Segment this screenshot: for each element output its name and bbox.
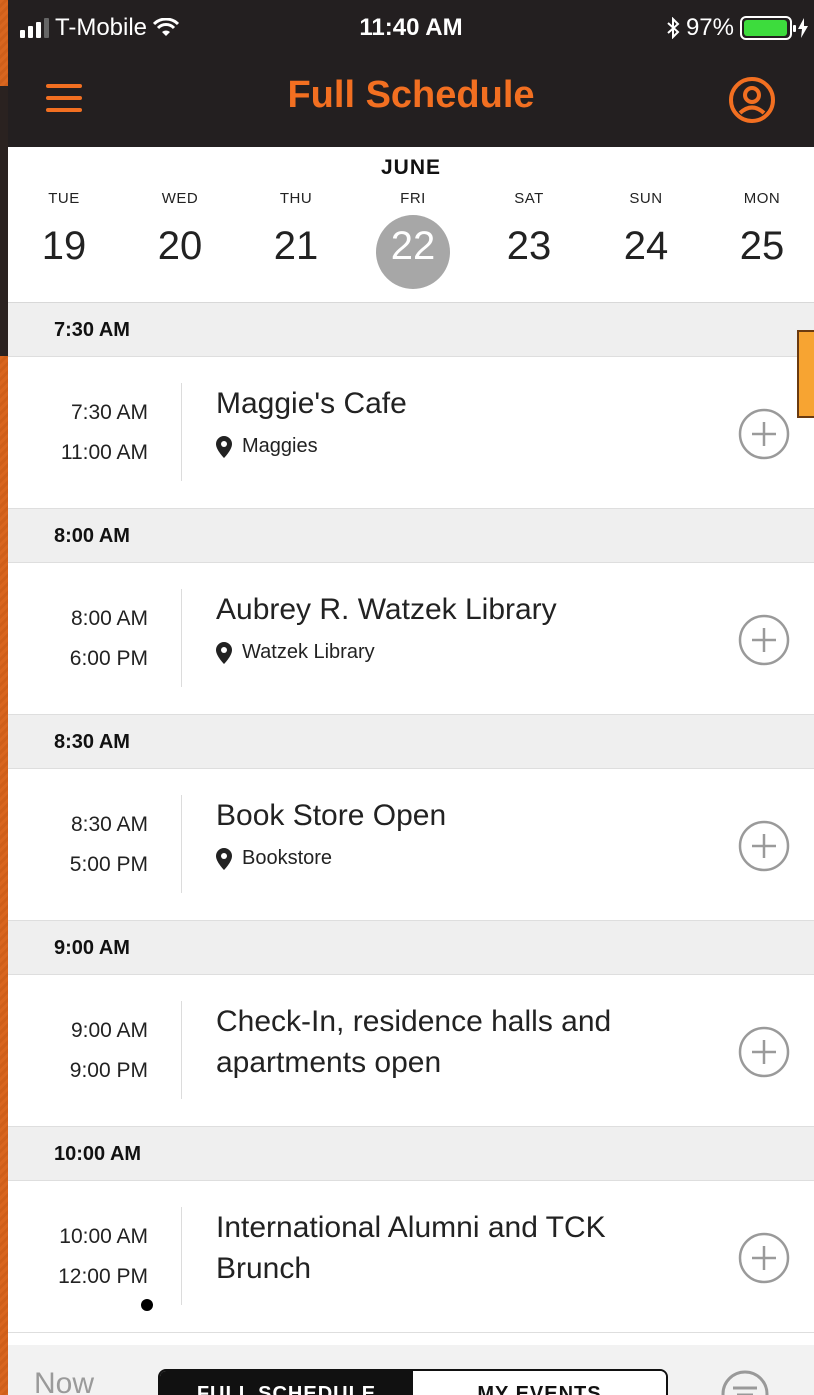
event-location-label: Watzek Library xyxy=(242,641,375,663)
day-of-week: FRI xyxy=(400,190,426,207)
event-location: Bookstore xyxy=(216,847,332,870)
day-number: 20 xyxy=(157,224,203,268)
divider xyxy=(181,795,182,893)
add-event-icon[interactable] xyxy=(738,614,790,666)
divider xyxy=(181,589,182,687)
day-number: 22 xyxy=(390,224,436,268)
schedule-list[interactable]: 7:30 AM 7:30 AM 11:00 AM Maggie's Cafe Maggi… xyxy=(8,303,814,1333)
event-row[interactable]: 10:00 AM 12:00 PM International Alumni and… xyxy=(8,1181,814,1333)
calendar-day[interactable]: MON 25 xyxy=(712,190,812,300)
event-location: Maggies xyxy=(216,435,318,458)
day-number: 25 xyxy=(739,224,785,268)
status-bar: T-Mobile 11:40 AM 97% xyxy=(8,0,814,58)
location-pin-icon xyxy=(216,435,232,458)
time-section-header: 8:00 AM xyxy=(8,509,814,563)
day-number: 23 xyxy=(506,224,552,268)
charging-icon xyxy=(798,18,808,38)
status-right: 97% xyxy=(666,14,808,42)
event-times: 8:30 AM 5:00 PM xyxy=(8,805,148,885)
view-toggle: FULL SCHEDULE MY EVENTS xyxy=(158,1369,668,1395)
time-section-header: 7:30 AM xyxy=(8,303,814,357)
day-of-week: TUE xyxy=(48,190,80,207)
time-section-header: 8:30 AM xyxy=(8,715,814,769)
calendar-day[interactable]: SUN 24 xyxy=(596,190,696,300)
event-end-time: 9:00 PM xyxy=(69,1059,148,1082)
background-strip xyxy=(0,86,8,356)
calendar-day[interactable]: SAT 23 xyxy=(479,190,579,300)
event-title: Check-In, residence halls and apartments… xyxy=(216,1005,612,1079)
day-number: 21 xyxy=(273,224,319,268)
add-event-icon[interactable] xyxy=(738,820,790,872)
location-pin-icon xyxy=(216,847,232,870)
calendar-day[interactable]: THU 21 xyxy=(246,190,346,300)
event-times: 8:00 AM 6:00 PM xyxy=(8,599,148,679)
event-title: Aubrey R. Watzek Library xyxy=(216,593,557,626)
event-location: Watzek Library xyxy=(216,641,375,664)
day-of-week: SUN xyxy=(629,190,663,207)
divider xyxy=(181,1207,182,1305)
day-of-week: THU xyxy=(279,190,313,207)
event-title: Maggie's Cafe xyxy=(216,387,407,420)
calendar-day[interactable]: FRI 22 xyxy=(363,190,463,300)
event-end-time: 11:00 AM xyxy=(60,441,148,464)
event-end-time: 6:00 PM xyxy=(69,647,148,670)
location-pin-icon xyxy=(216,641,232,664)
event-end-time: 5:00 PM xyxy=(69,853,148,876)
event-start-time: 9:00 AM xyxy=(70,1019,148,1042)
divider xyxy=(181,383,182,481)
event-start-time: 7:30 AM xyxy=(70,401,148,424)
event-row[interactable]: 8:00 AM 6:00 PM Aubrey R. Watzek Library Wa… xyxy=(8,563,814,715)
day-of-week: WED xyxy=(161,190,199,207)
profile-icon[interactable] xyxy=(728,76,776,124)
add-event-icon[interactable] xyxy=(738,408,790,460)
divider xyxy=(181,1001,182,1099)
day-of-week: SAT xyxy=(514,190,544,207)
event-row[interactable]: 7:30 AM 11:00 AM Maggie's Cafe Maggies xyxy=(8,357,814,509)
event-start-time: 10:00 AM xyxy=(59,1225,148,1248)
event-times: 10:00 AM 12:00 PM xyxy=(8,1217,148,1297)
event-title: International Alumni and TCK Brunch xyxy=(216,1211,606,1285)
tab-my-events[interactable]: MY EVENTS xyxy=(413,1371,666,1395)
bottom-bar: Now FULL SCHEDULE MY EVENTS xyxy=(8,1345,814,1395)
filter-icon[interactable] xyxy=(720,1369,770,1395)
day-number: 19 xyxy=(41,224,87,268)
event-location-label: Bookstore xyxy=(242,847,333,869)
event-start-time: 8:30 AM xyxy=(70,813,148,836)
calendar-day[interactable]: WED 20 xyxy=(130,190,230,300)
now-button[interactable]: Now xyxy=(34,1367,94,1395)
tab-full-schedule[interactable]: FULL SCHEDULE xyxy=(160,1371,413,1395)
side-tab[interactable] xyxy=(797,330,814,418)
day-number: 24 xyxy=(623,224,669,268)
time-section-header: 10:00 AM xyxy=(8,1127,814,1181)
battery-icon xyxy=(740,16,796,40)
event-start-time: 8:00 AM xyxy=(70,607,148,630)
add-event-icon[interactable] xyxy=(738,1026,790,1078)
page-title: Full Schedule xyxy=(287,74,535,116)
time-section-header: 9:00 AM xyxy=(8,921,814,975)
app-screen: T-Mobile 11:40 AM 97% Full Schedule JUNE… xyxy=(8,0,814,1395)
indicator-dot xyxy=(141,1299,153,1311)
calendar-day[interactable]: TUE 19 xyxy=(14,190,114,300)
calendar-days: TUE 19 WED 20 THU 21 FRI 22 SAT 23 SUN 24 MON 25 xyxy=(8,190,814,300)
event-title: Book Store Open xyxy=(216,799,447,832)
day-of-week: MON xyxy=(743,190,781,207)
event-location-label: Maggies xyxy=(242,435,318,457)
bluetooth-icon xyxy=(667,17,680,39)
top-bar: T-Mobile 11:40 AM 97% Full Schedule xyxy=(8,0,814,147)
event-times: 7:30 AM 11:00 AM xyxy=(8,393,148,473)
event-end-time: 12:00 PM xyxy=(58,1265,148,1288)
event-times: 9:00 AM 9:00 PM xyxy=(8,1011,148,1091)
battery-percent: 97% xyxy=(685,14,734,41)
event-row[interactable]: 8:30 AM 5:00 PM Book Store Open Bookstore xyxy=(8,769,814,921)
add-event-icon[interactable] xyxy=(738,1232,790,1284)
calendar-month: JUNE xyxy=(380,156,442,179)
event-row[interactable]: 9:00 AM 9:00 PM Check-In, residence halls … xyxy=(8,975,814,1127)
